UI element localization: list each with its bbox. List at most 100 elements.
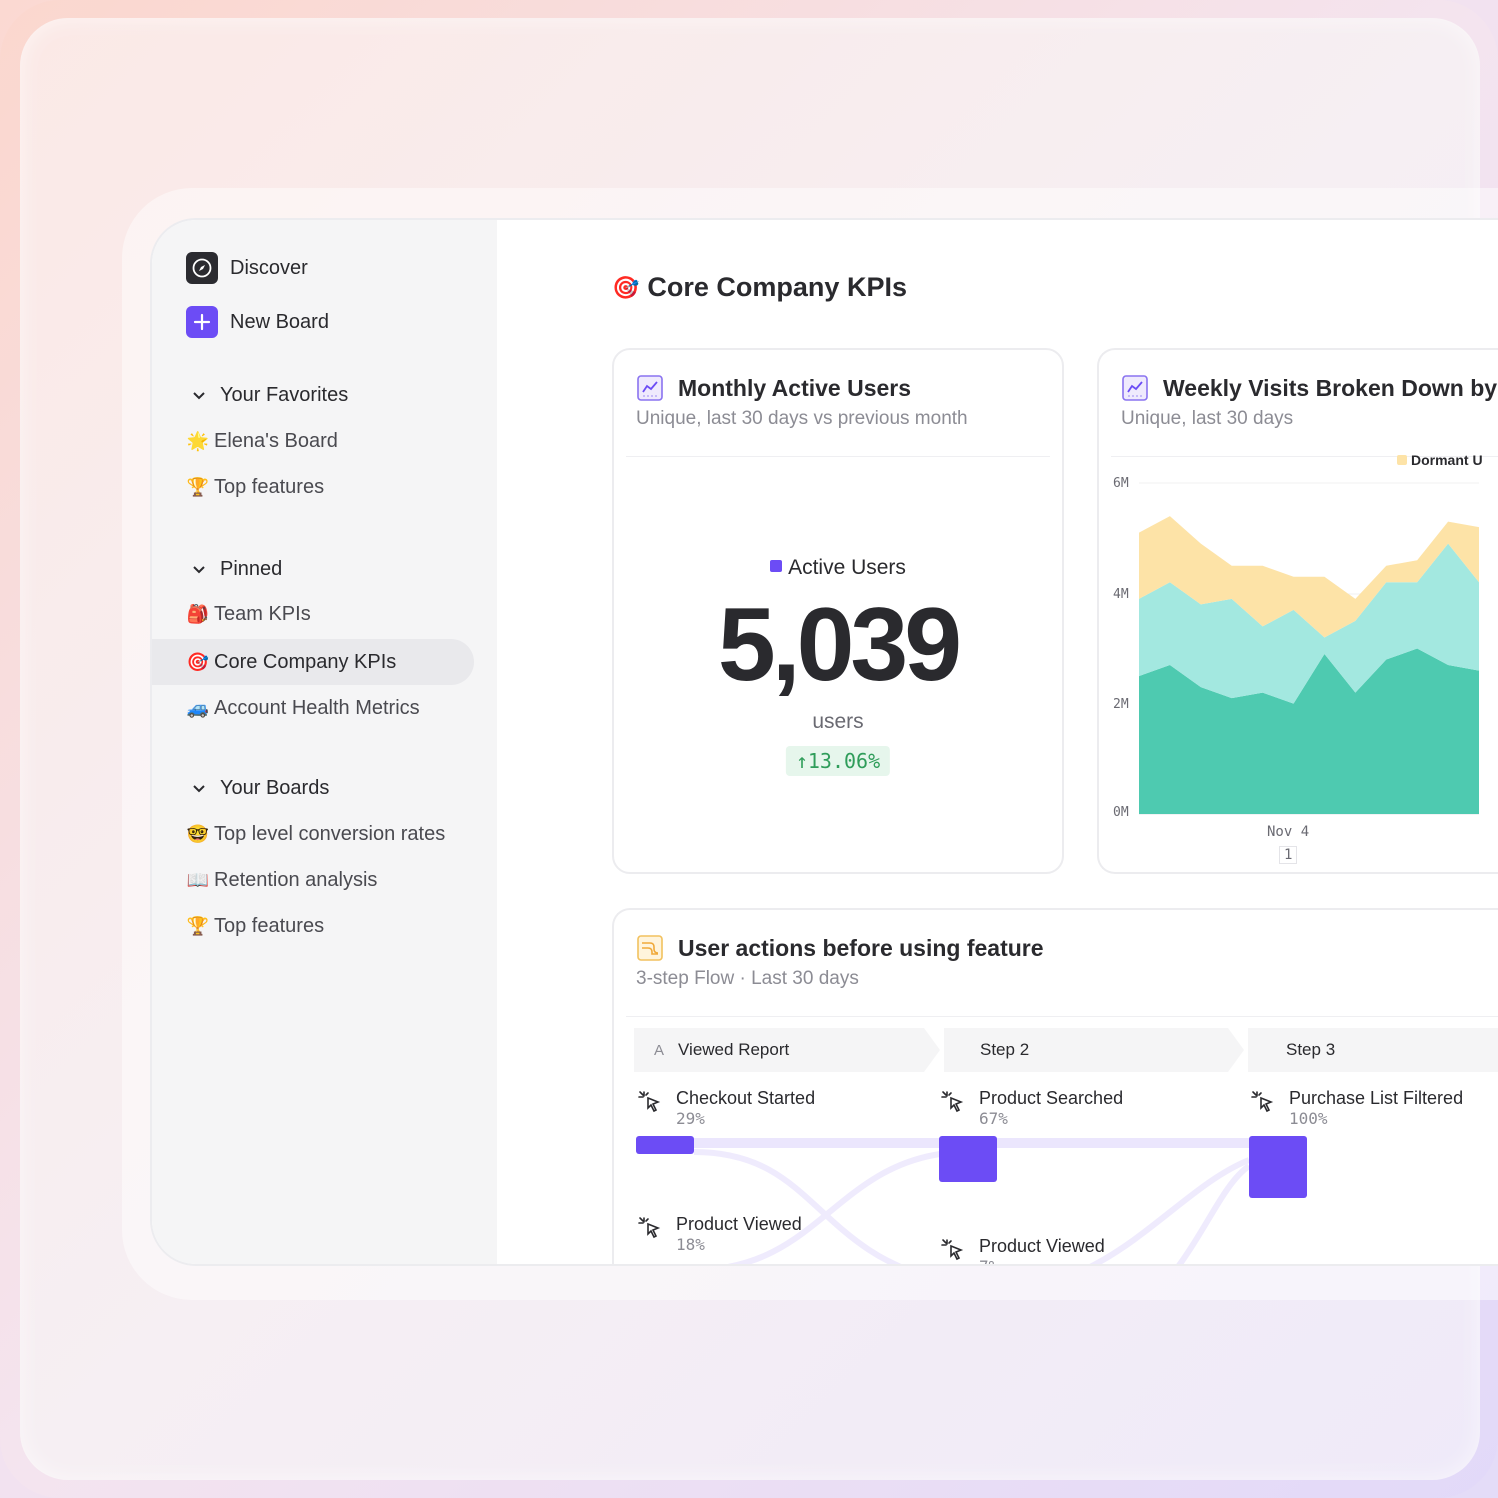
flow-node-pct: 29% — [676, 1109, 705, 1128]
flow-icon — [637, 935, 663, 961]
flow-link — [997, 1138, 1249, 1148]
sidebar-item-elenas-board[interactable]: 🌟 Elena's Board — [152, 418, 474, 464]
main-content: 🎯 Core Company KPIs Monthly Active Users… — [497, 220, 1498, 1264]
sidebar-item-core-company-kpis[interactable]: 🎯 Core Company KPIs — [152, 639, 474, 685]
line-chart-icon — [637, 375, 663, 401]
sidebar-item-retention-analysis[interactable]: 📖 Retention analysis — [152, 857, 474, 903]
new-board-label: New Board — [230, 310, 329, 333]
page-title: 🎯 Core Company KPIs — [612, 272, 907, 303]
sidebar-item-top-features[interactable]: 🏆 Top features — [152, 464, 474, 510]
flow-link — [1176, 1163, 1251, 1264]
flow-node-bar[interactable] — [636, 1136, 694, 1154]
car-icon: 🚙 — [186, 697, 210, 718]
flow-node-name: Purchase List Filtered — [1289, 1088, 1464, 1108]
card-subtitle: 3-step Flow · Last 30 days — [636, 968, 859, 989]
line-chart-icon — [1122, 375, 1148, 401]
metric-delta-badge: ↑13.06% — [785, 746, 891, 776]
click-icon — [941, 1091, 964, 1113]
flow-step-3[interactable]: Step 3 — [1248, 1028, 1498, 1072]
discover-button[interactable]: Discover — [186, 252, 308, 284]
metric-value: 5,039 — [717, 587, 962, 703]
card-title: Monthly Active Users — [678, 374, 912, 401]
sidebar-item-label: Core Company KPIs — [214, 650, 397, 673]
card-subtitle: Unique, last 30 days vs previous month — [636, 408, 968, 429]
y-tick-label: 2M — [1113, 697, 1129, 712]
card-subtitle: Unique, last 30 days — [1121, 408, 1294, 429]
compass-icon — [186, 252, 218, 284]
sidebar-item-label: Retention analysis — [214, 868, 378, 891]
sidebar-item-label: Top features — [214, 914, 325, 937]
area-chart[interactable] — [1139, 480, 1479, 820]
flow-node-purchase-list-filtered[interactable]: Purchase List Filtered 100% — [1249, 1088, 1463, 1128]
legend-swatch — [770, 560, 783, 573]
legend-swatch — [1397, 455, 1407, 465]
metric-legend: Active Users — [614, 556, 1062, 580]
flow-node-name: Checkout Started — [676, 1088, 816, 1108]
sidebar-item-account-health-metrics[interactable]: 🚙 Account Health Metrics — [152, 685, 474, 731]
card-divider — [626, 456, 1050, 457]
flow-node-bar[interactable] — [636, 1264, 694, 1266]
flow-node-bar[interactable] — [1249, 1136, 1307, 1198]
card-header: User actions before using feature — [636, 934, 1044, 962]
flow-step-2[interactable]: Step 2 — [944, 1028, 1244, 1072]
sidebar-item-top-level-conversion-rates[interactable]: 🤓 Top level conversion rates — [152, 811, 474, 857]
pinned-section-toggle[interactable]: Pinned — [192, 558, 282, 581]
flow-node-bar[interactable] — [939, 1136, 997, 1182]
legend-label: Active Users — [788, 556, 906, 579]
card-title: Weekly Visits Broken Down by — [1163, 374, 1498, 401]
sidebar-item-label: Team KPIs — [214, 602, 311, 625]
backpack-icon: 🎒 — [186, 603, 210, 624]
step-label: Step 3 — [1286, 1040, 1336, 1059]
click-icon — [1251, 1091, 1274, 1113]
sidebar-item-team-kpis[interactable]: 🎒 Team KPIs — [152, 591, 474, 637]
chevron-down-icon — [193, 784, 205, 792]
chevron-down-icon — [193, 565, 205, 573]
chart-legend[interactable]: Dormant U — [1397, 452, 1483, 468]
book-icon: 📖 — [186, 869, 210, 890]
favorites-section-label: Your Favorites — [220, 384, 349, 406]
weekly-visits-card[interactable]: Weekly Visits Broken Down by Unique, las… — [1097, 348, 1498, 874]
sidebar: Discover New Board Your Favorites 🌟 Elen… — [152, 220, 497, 1264]
flow-step-1[interactable]: A Viewed Report — [634, 1028, 940, 1072]
monthly-active-users-card[interactable]: Monthly Active Users Unique, last 30 day… — [612, 348, 1064, 874]
boards-section-label: Your Boards — [220, 777, 330, 799]
y-tick-label: 4M — [1113, 587, 1129, 602]
flow-node-pct: 100% — [1289, 1109, 1328, 1128]
flow-node-product-searched[interactable]: Product Searched 67% — [939, 1088, 1123, 1128]
card-header: Monthly Active Users — [636, 374, 911, 402]
user-actions-flow-card[interactable]: User actions before using feature 3-step… — [612, 908, 1498, 1266]
chevron-down-icon — [193, 391, 205, 399]
new-board-button[interactable]: New Board — [186, 306, 329, 338]
plus-icon — [186, 306, 218, 338]
metric-unit: users — [812, 710, 864, 733]
click-icon — [638, 1091, 661, 1113]
sidebar-item-label: Account Health Metrics — [214, 696, 420, 719]
y-tick-label: 6M — [1113, 476, 1129, 491]
flow-node-pct: 7% — [979, 1257, 1105, 1264]
star-icon: 🌟 — [186, 430, 210, 451]
legend-label: Dormant U — [1411, 452, 1483, 468]
trophy-icon: 🏆 — [186, 915, 210, 936]
target-icon: 🎯 — [612, 274, 640, 300]
flow-node-product-viewed-step2[interactable]: Product Viewed7% — [939, 1236, 1105, 1264]
flow-node-product-viewed[interactable]: Product Viewed 18% — [636, 1214, 802, 1254]
x-tick-label: Nov 4 — [1267, 824, 1310, 840]
flow-node-name: Product Searched — [979, 1088, 1124, 1108]
flow-node-checkout-started[interactable]: Checkout Started 29% — [636, 1088, 815, 1128]
sidebar-item-top-features-board[interactable]: 🏆 Top features — [152, 903, 474, 949]
sidebar-item-label: Top level conversion rates — [214, 822, 446, 845]
flow-node-name: Product Viewed — [676, 1214, 802, 1234]
step-prefix: A — [654, 1041, 665, 1059]
sidebar-item-label: Elena's Board — [214, 429, 338, 452]
boards-section-toggle[interactable]: Your Boards — [192, 777, 329, 800]
discover-label: Discover — [230, 256, 308, 279]
click-icon — [941, 1239, 964, 1261]
trophy-icon: 🏆 — [186, 476, 210, 497]
flow-node-pct: 18% — [676, 1235, 705, 1254]
target-icon: 🎯 — [186, 651, 210, 672]
step-label: Step 2 — [980, 1040, 1030, 1059]
card-header: Weekly Visits Broken Down by — [1121, 374, 1497, 402]
page-title-text: Core Company KPIs — [647, 272, 907, 302]
nerd-face-icon: 🤓 — [186, 823, 210, 844]
favorites-section-toggle[interactable]: Your Favorites — [192, 384, 348, 407]
